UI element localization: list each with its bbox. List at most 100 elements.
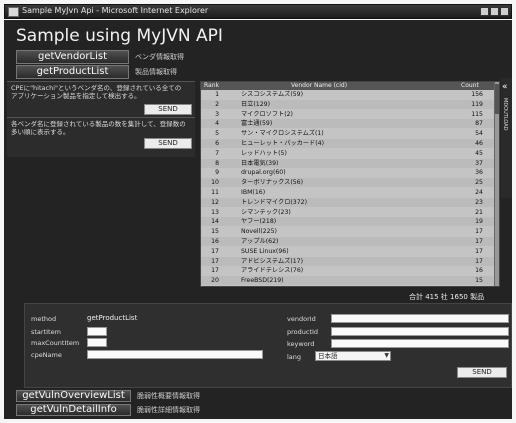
ranking-box: 各ベンダ名に登録されている製品の数を集計して、登録数の多い順に表示する。 — [7, 117, 195, 157]
window-title: Sample MyJvn Api - Microsoft Internet Ex… — [22, 6, 209, 15]
list-header: Rank Vendor Name (cid) Count — [201, 82, 497, 90]
count-cell: 15 — [475, 277, 483, 285]
minimize-icon[interactable] — [480, 7, 489, 16]
rank-cell: 17 — [211, 267, 219, 275]
col-count-header: Count — [461, 82, 479, 89]
rank-cell: 9 — [215, 169, 219, 177]
list-item[interactable]: 1 シスコシステムズ(59) 156 — [201, 90, 497, 99]
max-count-input[interactable] — [87, 338, 107, 347]
start-item-input[interactable] — [87, 327, 107, 336]
get-product-list-button[interactable]: getProductList — [16, 65, 129, 79]
keyword-label: keyword — [287, 340, 315, 348]
rank-cell: 3 — [215, 110, 219, 118]
list-item[interactable]: 10 ターボリナックス(56) 25 — [201, 178, 497, 188]
list-item[interactable]: 6 ヒューレット・パッカード(4) 46 — [201, 139, 497, 148]
maximize-icon[interactable] — [490, 7, 499, 16]
total-count: 合計 415 社 1650 製品 — [409, 293, 485, 301]
menu-row-product: getProductList 製品情報取得 — [16, 65, 177, 79]
lang-select[interactable]: 日本語 ▼ — [315, 351, 391, 361]
count-cell: 24 — [475, 189, 483, 196]
rank-cell: 6 — [215, 140, 219, 147]
vendor-cell: 日本電気(39) — [241, 159, 279, 167]
rank-cell: 17 — [211, 257, 219, 265]
list-item[interactable]: 5 サン・マイクロシステムズ(1) 54 — [201, 129, 497, 138]
app-area: Sample using MyJVN API getVendorList ベンダ… — [4, 20, 512, 419]
get-vendor-list-desc: ベンダ情報取得 — [135, 53, 184, 61]
start-item-label: startItem — [31, 328, 61, 336]
list-item[interactable]: 15 Novell(225) 17 — [201, 227, 497, 236]
vendor-cell: シマンテック(23) — [241, 208, 291, 216]
send-button-form[interactable]: SEND — [457, 367, 507, 378]
get-vuln-detail-desc: 脆弱性詳細情報取得 — [137, 406, 200, 414]
side-tab[interactable]: « MDOUTLOAD — [501, 78, 512, 198]
send-button-1[interactable]: SEND — [144, 104, 192, 115]
list-item[interactable]: 17 アライドテレシス(76) 16 — [201, 266, 497, 275]
vendor-cell: drupal.org(60) — [241, 169, 286, 177]
list-item[interactable]: 9 drupal.org(60) 36 — [201, 168, 497, 177]
count-cell: 21 — [475, 208, 483, 216]
get-vendor-list-button[interactable]: getVendorList — [16, 50, 129, 64]
close-icon[interactable] — [500, 7, 509, 16]
rank-cell: 2 — [215, 100, 219, 108]
vendor-cell: IBM(16) — [241, 189, 266, 196]
cpe-name-input[interactable] — [87, 350, 263, 359]
count-cell: 115 — [471, 110, 483, 118]
count-cell: 46 — [475, 140, 483, 147]
menu-row-vuln-overview: getVulnOverviewList 脆弱性概要情報取得 — [16, 390, 200, 402]
rank-cell: 11 — [211, 189, 219, 196]
vendor-cell: 富士通(59) — [241, 120, 273, 128]
chevron-left-icon[interactable]: « — [502, 82, 508, 92]
menu-row-vendor: getVendorList ベンダ情報取得 — [16, 50, 184, 64]
window-controls — [480, 7, 509, 16]
list-item[interactable]: 4 富士通(59) 87 — [201, 119, 497, 129]
scrollbar-thumb[interactable] — [495, 84, 499, 114]
count-cell: 54 — [475, 130, 483, 138]
list-item[interactable]: 20 FreeBSD(219) 15 — [201, 276, 497, 286]
ranking-text: 各ベンダ名に登録されている製品の数を集計して、登録数の多い順に表示する。 — [11, 120, 186, 136]
max-count-label: maxCountItem — [31, 339, 80, 347]
list-scrollbar[interactable] — [494, 82, 499, 286]
rank-cell: 4 — [215, 120, 219, 128]
lang-label: lang — [287, 353, 302, 361]
rank-cell: 7 — [215, 149, 219, 157]
vendor-ranking-list: Rank Vendor Name (cid) Count 1 シスコシステムズ(5… — [200, 81, 500, 287]
list-item[interactable]: 2 日立(129) 119 — [201, 99, 497, 109]
col-vendor-header: Vendor Name (cid) — [291, 82, 348, 89]
list-item[interactable]: 8 日本電気(39) 37 — [201, 158, 497, 168]
side-tab-label: MDOUTLOAD — [502, 98, 508, 131]
list-item[interactable]: 16 アップル(62) 17 — [201, 237, 497, 246]
vendor-cell: サン・マイクロシステムズ(1) — [241, 130, 324, 138]
list-item[interactable]: 17 SUSE Linux(96) 17 — [201, 247, 497, 256]
keyword-input[interactable] — [331, 339, 509, 348]
vendor-cell: マイクロソフト(2) — [241, 110, 293, 118]
list-item[interactable]: 11 IBM(16) 24 — [201, 188, 497, 197]
count-cell: 156 — [471, 91, 483, 98]
rank-cell: 16 — [211, 238, 219, 245]
get-vuln-overview-desc: 脆弱性概要情報取得 — [137, 392, 200, 400]
list-item[interactable]: 3 マイクロソフト(2) 115 — [201, 110, 497, 119]
rank-cell: 12 — [211, 198, 219, 206]
count-cell: 119 — [471, 100, 483, 108]
count-cell: 17 — [475, 228, 483, 236]
rank-cell: 5 — [215, 130, 219, 138]
list-item[interactable]: 12 トレンドマイクロ(372) 23 — [201, 197, 497, 207]
vendor-id-input[interactable] — [331, 314, 509, 323]
send-button-2[interactable]: SEND — [144, 138, 192, 149]
count-cell: 23 — [475, 198, 483, 206]
list-item[interactable]: 7 レッドハット(5) 45 — [201, 149, 497, 158]
vendor-cell: アドビシステムズ(17) — [241, 257, 304, 265]
rank-cell: 20 — [211, 277, 219, 285]
product-id-input[interactable] — [331, 327, 509, 336]
get-vuln-detail-button[interactable]: getVulnDetailInfo — [16, 404, 131, 416]
vendor-cell: シスコシステムズ(59) — [241, 91, 304, 98]
vendor-cell: アップル(62) — [241, 238, 279, 245]
product-id-label: productId — [287, 328, 319, 336]
count-cell: 25 — [475, 179, 483, 187]
list-item[interactable]: 14 ヤフー(218) 19 — [201, 217, 497, 227]
rank-cell: 8 — [215, 159, 219, 167]
list-item[interactable]: 13 シマンテック(23) 21 — [201, 208, 497, 217]
count-cell: 17 — [475, 257, 483, 265]
method-value: getProductList — [87, 314, 138, 322]
get-vuln-overview-button[interactable]: getVulnOverviewList — [16, 390, 131, 402]
list-item[interactable]: 17 アドビシステムズ(17) 17 — [201, 256, 497, 266]
